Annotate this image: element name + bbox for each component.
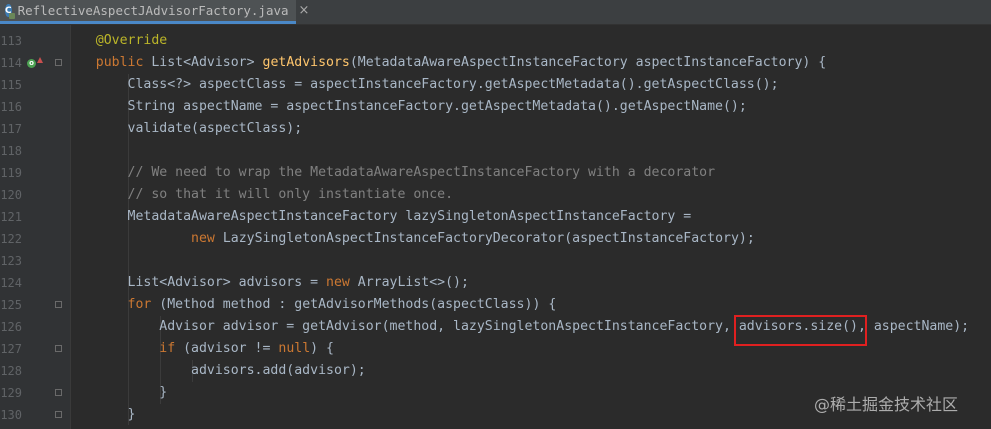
code-token: (advisor != <box>183 341 279 356</box>
code-line[interactable]: 123 <box>0 250 991 272</box>
code-line[interactable]: 121 MetadataAwareAspectInstanceFactory l… <box>0 206 991 228</box>
code-token: new <box>326 275 358 290</box>
line-number: 114 <box>0 56 22 70</box>
code-text: } <box>64 382 167 404</box>
code-text: public List<Advisor> getAdvisors(Metadat… <box>64 52 826 74</box>
code-text: } <box>64 404 136 426</box>
code-token: if <box>64 341 184 356</box>
code-text: for (Method method : getAdvisorMethods(a… <box>64 294 557 316</box>
code-line[interactable]: 116 String aspectName = aspectInstanceFa… <box>0 96 991 118</box>
code-text: // so that it will only instantiate once… <box>64 184 454 206</box>
code-token: // We need to wrap the MetadataAwareAspe… <box>64 165 716 180</box>
highlight-box-advisors-size <box>734 315 867 346</box>
code-token: validate(aspectClass); <box>64 121 303 136</box>
watermark: @稀土掘金技术社区 <box>814 395 959 414</box>
code-token: String aspectName = aspectInstanceFactor… <box>64 99 747 114</box>
code-text: List<Advisor> advisors = new ArrayList<>… <box>64 272 469 294</box>
tab-title: ReflectiveAspectJAdvisorFactory.java <box>17 3 289 18</box>
code-token: List<Advisor> <box>151 55 263 70</box>
line-number: 124 <box>0 276 22 290</box>
line-number: 122 <box>0 232 22 246</box>
line-number: 120 <box>0 188 22 202</box>
line-number: 127 <box>0 342 22 356</box>
code-text: @Override <box>64 30 167 52</box>
line-number: 115 <box>0 78 22 92</box>
code-text: Class<?> aspectClass = aspectInstanceFac… <box>64 74 779 96</box>
code-token: new <box>191 231 223 246</box>
java-class-icon: C <box>5 4 15 19</box>
line-number: 119 <box>0 166 22 180</box>
code-token: null <box>278 341 311 356</box>
code-line[interactable]: 122 new LazySingletonAspectInstanceFacto… <box>0 228 991 250</box>
code-line[interactable]: 119 // We need to wrap the MetadataAware… <box>0 162 991 184</box>
code-line[interactable]: 114 public List<Advisor> getAdvisors(Met… <box>0 52 991 74</box>
code-line[interactable]: 115 Class<?> aspectClass = aspectInstanc… <box>0 74 991 96</box>
code-token: MetadataAwareAspectInstanceFactory lazyS… <box>64 209 692 224</box>
code-line[interactable]: 117 validate(aspectClass); <box>0 118 991 140</box>
code-line[interactable]: 118 <box>0 140 991 162</box>
code-text: new LazySingletonAspectInstanceFactoryDe… <box>64 228 755 250</box>
line-number: 128 <box>0 364 22 378</box>
code-line[interactable]: 124 List<Advisor> advisors = new ArrayLi… <box>0 272 991 294</box>
code-token: Class<?> aspectClass = aspectInstanceFac… <box>64 77 779 92</box>
code-token: (Method method : getAdvisorMethods(aspec… <box>159 297 557 312</box>
tab-reflective-aspectj-advisor-factory[interactable]: C ReflectiveAspectJAdvisorFactory.java × <box>0 0 309 24</box>
line-number: 113 <box>0 34 22 48</box>
code-token: LazySingletonAspectInstanceFactoryDecora… <box>222 231 755 246</box>
code-token: } <box>64 385 168 400</box>
code-token: // so that it will only instantiate once… <box>64 187 454 202</box>
code-token: getAdvisors <box>262 55 350 70</box>
editor-tab-bar: C ReflectiveAspectJAdvisorFactory.java × <box>0 0 991 25</box>
code-token: for <box>64 297 160 312</box>
code-token: advisors.add(advisor); <box>64 363 366 378</box>
code-text: validate(aspectClass); <box>64 118 303 140</box>
line-number: 126 <box>0 320 22 334</box>
code-token: @Override <box>64 33 168 48</box>
line-number: 121 <box>0 210 22 224</box>
close-icon[interactable]: × <box>299 3 310 18</box>
line-number: 123 <box>0 254 22 268</box>
code-editor[interactable]: 113 @Override 114 public List<Advisor> ge… <box>0 30 991 426</box>
code-text: String aspectName = aspectInstanceFactor… <box>64 96 747 118</box>
line-number: 117 <box>0 122 22 136</box>
code-token: List<Advisor> advisors = <box>64 275 327 290</box>
code-line[interactable]: 128 advisors.add(advisor); <box>0 360 991 382</box>
code-token: ArrayList<>(); <box>357 275 469 290</box>
code-token: } <box>64 407 136 422</box>
line-number: 118 <box>0 144 22 158</box>
code-token: public <box>64 55 152 70</box>
code-token: ) { <box>310 341 334 356</box>
code-text: if (advisor != null) { <box>64 338 334 360</box>
code-line[interactable]: 113 @Override <box>0 30 991 52</box>
line-number: 129 <box>0 386 22 400</box>
line-number: 116 <box>0 100 22 114</box>
line-number: 125 <box>0 298 22 312</box>
code-token: (MetadataAwareAspectInstanceFactory aspe… <box>349 55 827 70</box>
code-line[interactable]: 120 // so that it will only instantiate … <box>0 184 991 206</box>
code-line[interactable]: 125 for (Method method : getAdvisorMetho… <box>0 294 991 316</box>
line-number: 130 <box>0 408 22 422</box>
code-text: // We need to wrap the MetadataAwareAspe… <box>64 162 716 184</box>
code-text: advisors.add(advisor); <box>64 360 366 382</box>
code-text: MetadataAwareAspectInstanceFactory lazyS… <box>64 206 692 228</box>
